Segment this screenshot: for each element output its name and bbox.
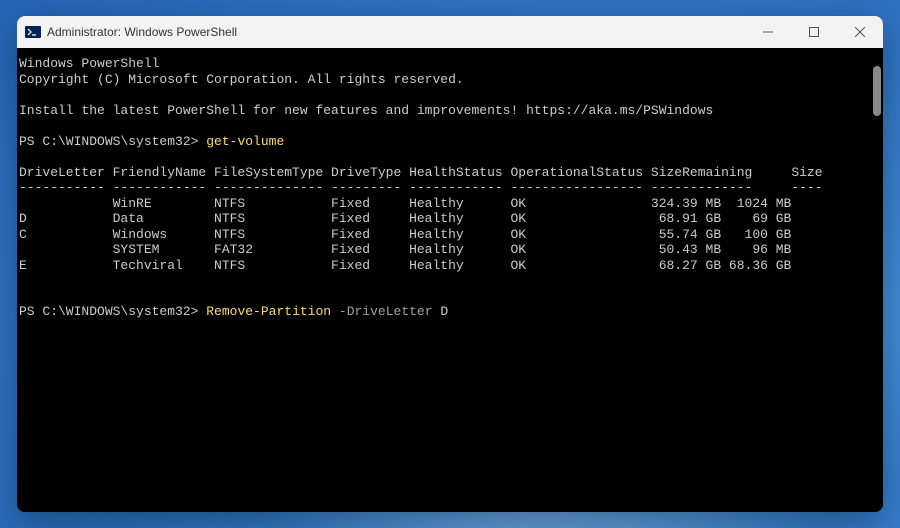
terminal-content: Windows PowerShellCopyright (C) Microsof… bbox=[19, 56, 881, 320]
table-row: C Windows NTFS Fixed Healthy OK 55.74 GB… bbox=[19, 227, 881, 243]
close-button[interactable] bbox=[837, 16, 883, 48]
titlebar[interactable]: Administrator: Windows PowerShell bbox=[17, 16, 883, 48]
powershell-icon bbox=[25, 24, 41, 40]
terminal-line bbox=[19, 149, 881, 165]
prompt-path: PS C:\WINDOWS\system32> bbox=[19, 134, 198, 149]
command-text: get-volume bbox=[206, 134, 284, 149]
command-param: -DriveLetter bbox=[339, 304, 433, 319]
terminal-line: Windows PowerShell bbox=[19, 56, 881, 72]
table-row: SYSTEM FAT32 Fixed Healthy OK 50.43 MB 9… bbox=[19, 242, 881, 258]
prompt-line: PS C:\WINDOWS\system32> Remove-Partition… bbox=[19, 304, 881, 320]
prompt-path: PS C:\WINDOWS\system32> bbox=[19, 304, 198, 319]
command-arg: D bbox=[440, 304, 448, 319]
table-row: D Data NTFS Fixed Healthy OK 68.91 GB 69… bbox=[19, 211, 881, 227]
terminal-line bbox=[19, 118, 881, 134]
table-separator: ----------- ------------ -------------- … bbox=[19, 180, 881, 196]
window-title: Administrator: Windows PowerShell bbox=[47, 25, 745, 39]
powershell-window: Administrator: Windows PowerShell Window… bbox=[17, 16, 883, 512]
terminal-area[interactable]: Windows PowerShellCopyright (C) Microsof… bbox=[17, 48, 883, 512]
table-row: WinRE NTFS Fixed Healthy OK 324.39 MB 10… bbox=[19, 196, 881, 212]
terminal-line bbox=[19, 87, 881, 103]
table-row: E Techviral NTFS Fixed Healthy OK 68.27 … bbox=[19, 258, 881, 274]
terminal-line: Install the latest PowerShell for new fe… bbox=[19, 103, 881, 119]
terminal-line bbox=[19, 289, 881, 305]
maximize-button[interactable] bbox=[791, 16, 837, 48]
minimize-button[interactable] bbox=[745, 16, 791, 48]
terminal-line bbox=[19, 273, 881, 289]
table-header: DriveLetter FriendlyName FileSystemType … bbox=[19, 165, 881, 181]
scrollbar[interactable] bbox=[869, 48, 883, 512]
terminal-line: Copyright (C) Microsoft Corporation. All… bbox=[19, 72, 881, 88]
prompt-line: PS C:\WINDOWS\system32> get-volume bbox=[19, 134, 881, 150]
command-text: Remove-Partition bbox=[206, 304, 331, 319]
scrollbar-thumb[interactable] bbox=[873, 66, 881, 116]
window-controls bbox=[745, 16, 883, 48]
